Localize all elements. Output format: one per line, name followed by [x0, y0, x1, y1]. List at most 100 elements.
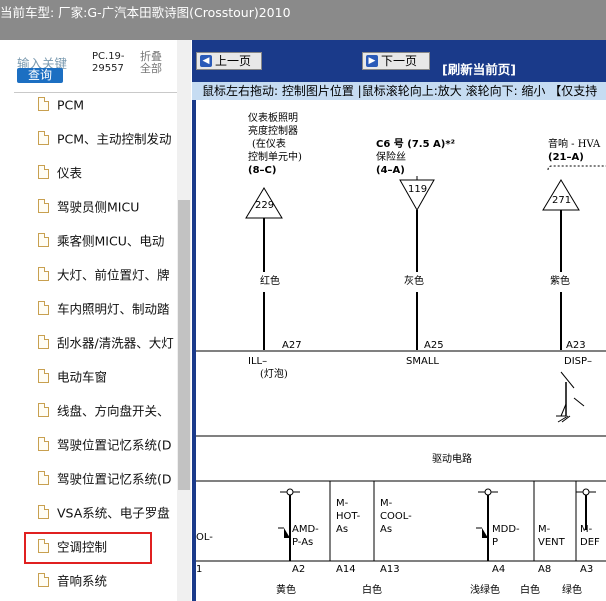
bottom-pin-1: A2 [292, 564, 305, 575]
document-icon [38, 97, 49, 111]
tree-item[interactable]: 仪表 [38, 162, 178, 184]
top-nav: ◀ 上一页 ▶ 下一页 [刷新当前页] [192, 40, 606, 80]
col1-color: 红色 [260, 274, 280, 287]
search-area: 输入关键 查询 PC.19-29557 折叠全部 [0, 40, 190, 92]
arrow-left-icon: ◀ [200, 55, 212, 67]
wiring-diagram[interactable]: 仪表板照明 亮度控制器 (在仪表 控制单元中) (8–C) 229 红色 A27… [196, 100, 606, 601]
bottom-label-4-b: P [492, 537, 498, 548]
col1-sub: (灯泡) [260, 367, 288, 380]
document-icon [38, 301, 49, 315]
tree-item-label: 电动车窗 [57, 369, 108, 385]
tree-item[interactable]: 乘客侧MICU、电动 [38, 230, 178, 252]
document-icon [38, 335, 49, 349]
pc-label: PC.19-29557 [92, 51, 125, 74]
bottom-color-6: 绿色 [562, 583, 582, 596]
bottom-color-5: 白色 [520, 583, 540, 596]
document-icon [38, 403, 49, 417]
col1-title-3: (在仪表 [252, 137, 286, 150]
bottom-label-3-c: As [380, 524, 392, 535]
title-bar: 当前车型: 厂家:G-广汽本田歌诗图(Crosstour)2010 [0, 0, 606, 40]
tree-item[interactable]: 音响系统 [38, 570, 178, 592]
col1-title-2: 亮度控制器 [248, 124, 298, 137]
transistor-collector [560, 371, 575, 389]
col3-sig: DISP– [564, 356, 592, 367]
col2-sub: 保险丝 [376, 150, 406, 163]
main-panel: ◀ 上一页 ▶ 下一页 [刷新当前页] 鼠标左右拖动: 控制图片位置 |鼠标滚轮… [192, 40, 606, 601]
tree-item[interactable]: 驾驶位置记忆系统(D [38, 434, 178, 456]
col2-title: C6 号 (7.5 A)*² [376, 138, 455, 150]
tree-item[interactable]: 驾驶位置记忆系统(D [38, 468, 178, 490]
bottom-label-1-a: AMD- [292, 524, 319, 535]
tree-item-label: 刮水器/清洗器、大灯 [57, 335, 174, 351]
tree-item[interactable]: PCM、主动控制发动 [38, 128, 178, 150]
document-icon [38, 369, 49, 383]
bottom-label-5-b: VENT [538, 537, 566, 548]
document-icon [38, 505, 49, 519]
col3-pin: A23 [566, 340, 586, 351]
col2-ref: (4–A) [376, 165, 405, 176]
col2-num: 119 [408, 184, 427, 195]
bottom-label-6-b: DEF [580, 537, 600, 548]
diagram-svg: 仪表板照明 亮度控制器 (在仪表 控制单元中) (8–C) 229 红色 A27… [196, 111, 606, 596]
col1-title-4: 控制单元中) [248, 150, 302, 163]
document-icon [38, 471, 49, 485]
next-page-button[interactable]: ▶ 下一页 [362, 52, 430, 70]
bottom-label-6-a: M- [580, 524, 593, 535]
tree-item[interactable]: 刮水器/清洗器、大灯 [38, 332, 178, 354]
col1-title-5: (8–C) [248, 165, 276, 176]
tree-item-label: PCM、主动控制发动 [57, 131, 172, 147]
col3-color: 紫色 [550, 274, 570, 287]
document-icon [38, 573, 49, 587]
next-page-label: 下一页 [381, 54, 418, 68]
tree-item-label: 大灯、前位置灯、牌 [57, 267, 170, 283]
tree-item-label: 车内照明灯、制动踏 [57, 301, 170, 317]
bottom-pin-6: A3 [580, 564, 593, 575]
tree-item[interactable]: 大灯、前位置灯、牌 [38, 264, 178, 286]
scrollbar-thumb[interactable] [178, 200, 190, 490]
bottom-label-0: OL- [196, 532, 213, 543]
tree-item[interactable]: 线盘、方向盘开关、 [38, 400, 178, 422]
bottom-pin-2: A14 [336, 564, 356, 575]
col2-sig: SMALL [406, 356, 439, 367]
arrow-right-icon: ▶ [366, 55, 378, 67]
sidebar: 输入关键 查询 PC.19-29557 折叠全部 PCM PCM、主动控制发动仪表… [0, 40, 191, 601]
search-button[interactable]: 查询 [17, 68, 63, 83]
tree-item-label: 乘客侧MICU、电动 [57, 233, 165, 249]
info-bar: 鼠标左右拖动: 控制图片位置 |鼠标滚轮向上:放大 滚轮向下: 缩小 【仅支持 [192, 82, 606, 100]
prev-page-label: 上一页 [215, 54, 252, 68]
bottom-label-2-c: As [336, 524, 348, 535]
selection-highlight [24, 532, 152, 564]
bottom-label-2-b: HOT- [336, 511, 361, 522]
document-icon [38, 233, 49, 247]
tree-item[interactable]: 电动车窗 [38, 366, 178, 388]
document-icon [38, 267, 49, 281]
tree-item[interactable]: 车内照明灯、制动踏 [38, 298, 178, 320]
sidebar-scrollbar[interactable] [177, 40, 191, 601]
bottom-label-3-a: M- [380, 498, 393, 509]
tree-item-label: PCM [57, 97, 85, 113]
document-icon [38, 131, 49, 145]
col3-title: 音响 - HVA [548, 137, 601, 150]
tree-item-label: 驾驶员侧MICU [57, 199, 140, 215]
bottom-label-1-b: P-As [292, 537, 313, 548]
tree-item[interactable]: VSA系统、电子罗盘 [38, 502, 178, 524]
col1-title-1: 仪表板照明 [248, 111, 298, 124]
prev-page-button[interactable]: ◀ 上一页 [196, 52, 262, 70]
transistor-base-lead [573, 397, 585, 407]
col2-pin: A25 [424, 340, 444, 351]
col1-num: 229 [255, 200, 274, 211]
bottom-label-5-a: M- [538, 524, 551, 535]
tree-item[interactable]: 驾驶员侧MICU [38, 196, 178, 218]
tree-item-label: 驾驶位置记忆系统(D [57, 471, 172, 487]
collapse-all-button[interactable]: 折叠全部 [140, 51, 170, 75]
bottom-pin-4: A4 [492, 564, 505, 575]
document-icon [38, 165, 49, 179]
tree-item-label: 驾驶位置记忆系统(D [57, 437, 172, 453]
tree-item[interactable]: PCM [38, 94, 178, 116]
bottom-label-3-b: COOL- [380, 511, 412, 522]
sidebar-divider [14, 92, 184, 93]
bottom-label-2-a: M- [336, 498, 349, 509]
refresh-page-link[interactable]: [刷新当前页] [442, 59, 516, 78]
vehicle-title: 当前车型: 厂家:G-广汽本田歌诗图(Crosstour)2010 [0, 5, 291, 20]
col1-pin: A27 [282, 340, 302, 351]
